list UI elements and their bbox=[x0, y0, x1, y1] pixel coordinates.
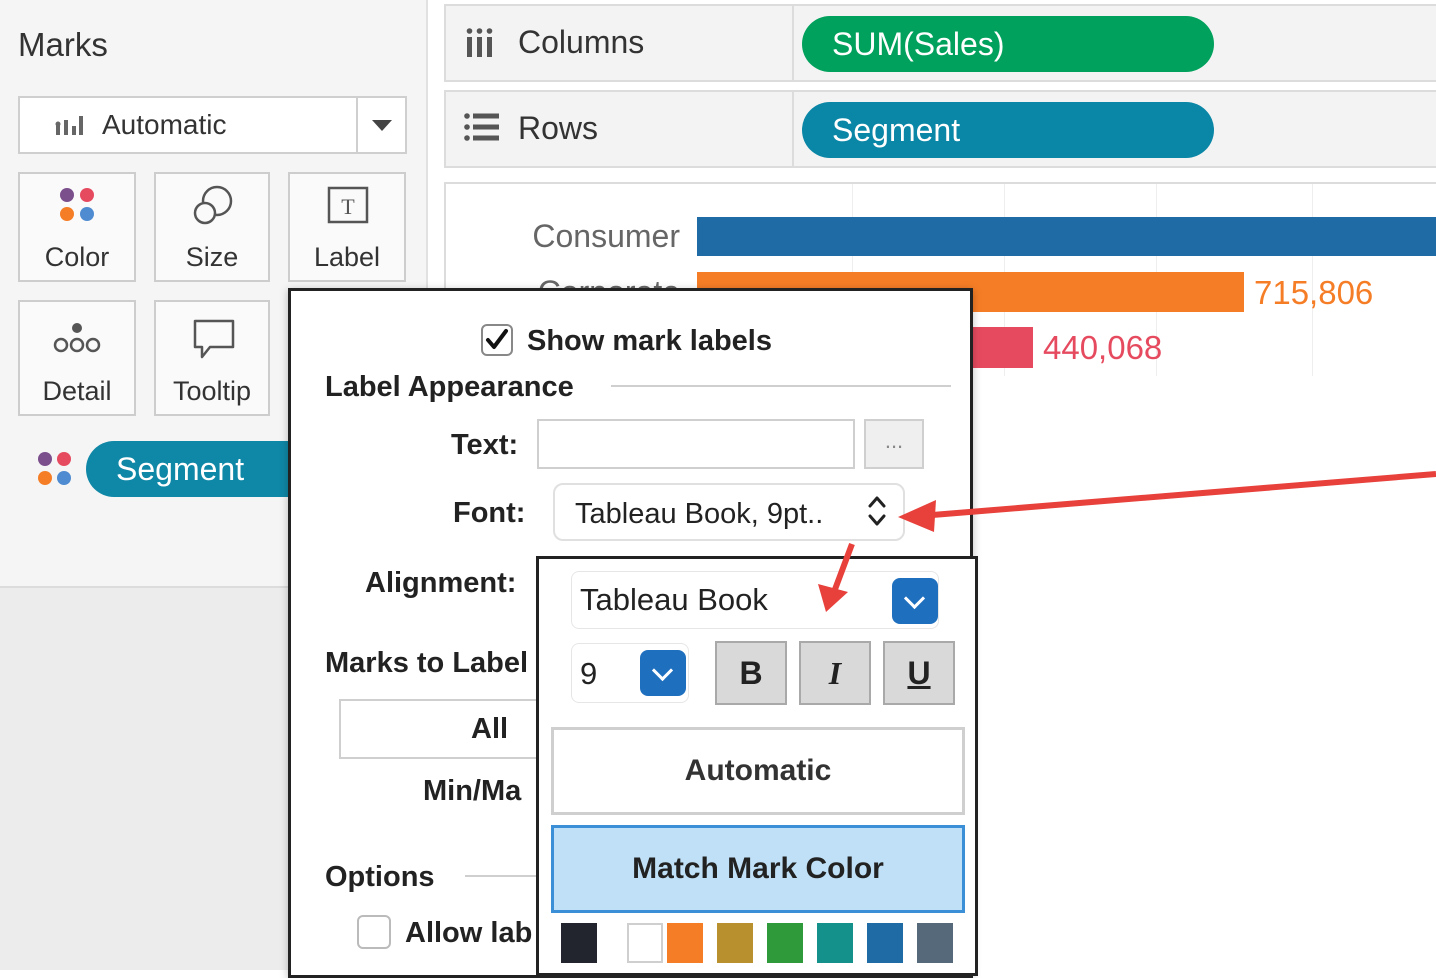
italic-button[interactable]: I bbox=[799, 641, 871, 705]
shelf-divider bbox=[792, 92, 794, 166]
data-label-corporate: 715,806 bbox=[1254, 274, 1374, 311]
checkmark-icon bbox=[486, 329, 508, 349]
detail-icon bbox=[53, 320, 101, 359]
chevron-down-icon[interactable] bbox=[372, 120, 392, 131]
columns-shelf[interactable]: Columns SUM(Sales) bbox=[444, 4, 1436, 82]
mark-type-value: Automatic bbox=[102, 109, 227, 140]
color-swatch[interactable] bbox=[667, 923, 703, 963]
mark-type-dropdown[interactable]: Automatic bbox=[18, 96, 407, 154]
row-label-consumer: Consumer bbox=[532, 218, 680, 254]
rows-shelf-label: Rows bbox=[518, 110, 599, 146]
color-icon bbox=[36, 450, 74, 493]
label-appearance-heading: Label Appearance bbox=[325, 371, 574, 403]
marks-to-label-heading: Marks to Label bbox=[325, 647, 529, 679]
chevron-down-icon[interactable] bbox=[892, 578, 938, 624]
color-button[interactable]: Color bbox=[18, 172, 136, 282]
size-button[interactable]: Size bbox=[154, 172, 270, 282]
detail-button[interactable]: Detail bbox=[18, 300, 136, 416]
dropdown-divider bbox=[356, 98, 358, 152]
up-down-arrows-icon bbox=[865, 491, 889, 536]
detail-button-label: Detail bbox=[42, 376, 112, 406]
color-swatch[interactable] bbox=[767, 923, 803, 963]
allow-labels-label[interactable]: Allow lab bbox=[405, 917, 532, 950]
section-divider bbox=[611, 385, 951, 387]
rows-icon bbox=[464, 112, 500, 147]
color-icon bbox=[58, 186, 98, 229]
allow-labels-checkbox[interactable] bbox=[357, 915, 391, 949]
data-label-home-office: 440,068 bbox=[1043, 329, 1163, 366]
show-mark-labels-checkbox[interactable] bbox=[481, 324, 513, 356]
color-swatch[interactable] bbox=[627, 923, 663, 963]
font-select-value: Tableau Book, 9pt.. bbox=[575, 498, 824, 530]
options-heading: Options bbox=[325, 861, 435, 893]
shelf-divider bbox=[792, 6, 794, 80]
text-label-icon: T bbox=[327, 186, 369, 229]
alignment-caption: Alignment: bbox=[365, 567, 517, 599]
font-popup: Tableau Book 9 B I U Automatic Match Mar… bbox=[536, 556, 978, 976]
color-swatch[interactable] bbox=[867, 923, 903, 963]
svg-text:T: T bbox=[341, 194, 355, 219]
size-button-label: Size bbox=[185, 242, 239, 272]
font-select[interactable]: Tableau Book, 9pt.. bbox=[553, 483, 905, 541]
edit-text-button[interactable]: ... bbox=[864, 419, 924, 469]
font-size-select[interactable]: 9 bbox=[571, 643, 689, 703]
annotation-arrow-line bbox=[919, 471, 1436, 519]
columns-icon bbox=[464, 26, 496, 63]
color-swatch[interactable] bbox=[917, 923, 953, 963]
all-option-label: All bbox=[471, 713, 509, 745]
bar-consumer[interactable] bbox=[697, 217, 1436, 256]
match-mark-color-button[interactable]: Match Mark Color bbox=[551, 825, 965, 913]
segment-color-pill[interactable]: Segment bbox=[86, 441, 316, 497]
label-button[interactable]: T Label bbox=[288, 172, 406, 282]
bold-button[interactable]: B bbox=[715, 641, 787, 705]
rows-shelf[interactable]: Rows Segment bbox=[444, 90, 1436, 168]
size-icon bbox=[192, 184, 236, 231]
marks-title: Marks bbox=[18, 26, 108, 63]
color-swatch[interactable] bbox=[561, 923, 597, 963]
chevron-down-icon[interactable] bbox=[640, 650, 686, 696]
color-swatch[interactable] bbox=[717, 923, 753, 963]
tooltip-icon bbox=[192, 318, 236, 365]
bar-chart-icon bbox=[54, 114, 84, 141]
text-caption: Text: bbox=[451, 429, 519, 461]
tooltip-button-label: Tooltip bbox=[172, 376, 252, 406]
font-caption: Font: bbox=[453, 497, 526, 529]
font-size-value: 9 bbox=[580, 656, 598, 691]
columns-shelf-label: Columns bbox=[518, 24, 645, 60]
color-swatch[interactable] bbox=[817, 923, 853, 963]
segment-rows-pill[interactable]: Segment bbox=[802, 102, 1214, 158]
color-button-label: Color bbox=[44, 242, 110, 272]
automatic-color-button[interactable]: Automatic bbox=[551, 727, 965, 815]
show-mark-labels-label[interactable]: Show mark labels bbox=[527, 325, 772, 358]
font-family-value: Tableau Book bbox=[580, 582, 768, 617]
min-max-option[interactable]: Min/Ma bbox=[423, 775, 521, 808]
tooltip-button[interactable]: Tooltip bbox=[154, 300, 270, 416]
font-family-select[interactable]: Tableau Book bbox=[571, 571, 939, 629]
label-text-field[interactable] bbox=[537, 419, 855, 469]
label-button-label: Label bbox=[313, 242, 381, 272]
sum-sales-pill[interactable]: SUM(Sales) bbox=[802, 16, 1214, 72]
underline-button[interactable]: U bbox=[883, 641, 955, 705]
